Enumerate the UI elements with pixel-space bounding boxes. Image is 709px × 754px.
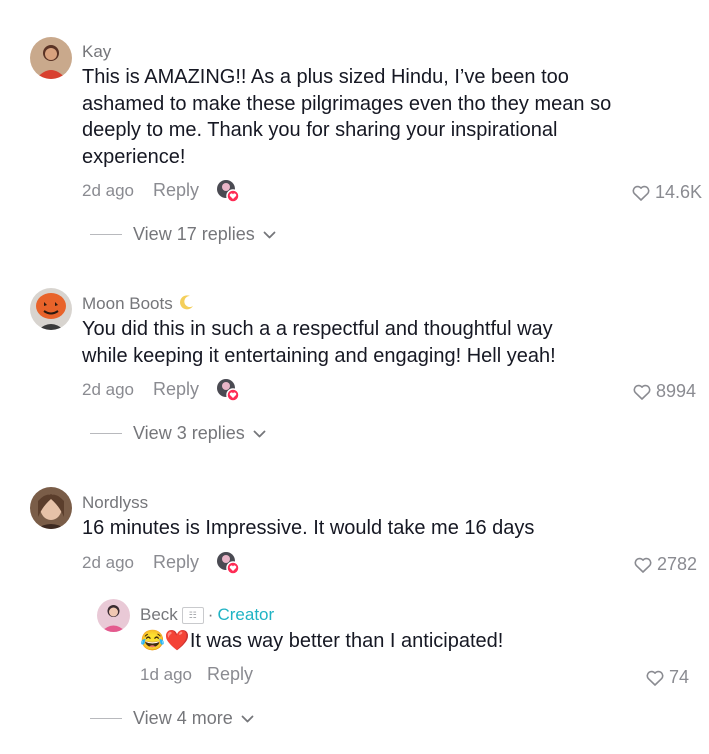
comment-text: 16 minutes is Impressive. It would take …: [82, 517, 535, 539]
heart-outline-icon: [632, 185, 650, 201]
username[interactable]: Moon Boots: [82, 294, 195, 315]
heart-outline-icon: [633, 384, 651, 400]
like-count: 2782: [657, 554, 698, 574]
moon-icon: [179, 294, 195, 315]
view-more-replies-button[interactable]: View 4 more: [90, 708, 254, 729]
heart-outline-icon: [646, 670, 664, 686]
creator-label: Creator: [217, 605, 275, 624]
timestamp: 2d ago: [82, 553, 134, 572]
reply-button[interactable]: Reply: [153, 552, 199, 573]
creator-liked-heart-icon: [216, 551, 240, 575]
timestamp: 2d ago: [82, 380, 134, 399]
view-replies-label: View 3 replies: [133, 423, 245, 443]
like-button[interactable]: 74: [646, 667, 689, 688]
comment-text: This is AMAZING!! As a plus sized Hindu,…: [82, 66, 612, 168]
view-replies-button[interactable]: View 17 replies: [90, 224, 276, 245]
timestamp: 1d ago: [140, 665, 192, 684]
reply-button[interactable]: Reply: [207, 664, 253, 685]
like-button[interactable]: 2782: [634, 554, 697, 575]
like-button[interactable]: 14.6K: [632, 182, 702, 203]
username[interactable]: Kay: [82, 42, 111, 62]
reply-text-body: It was way better than I anticipated!: [189, 630, 504, 652]
avatar[interactable]: [30, 288, 72, 330]
chevron-down-icon: [263, 231, 276, 239]
timestamp: 2d ago: [82, 181, 134, 200]
reply-button[interactable]: Reply: [153, 180, 199, 201]
separator-dot: ·: [207, 605, 214, 624]
username-text: Beck: [140, 605, 178, 624]
view-more-label: View 4 more: [133, 708, 233, 728]
like-count: 74: [669, 667, 690, 687]
divider-line: [90, 718, 122, 719]
avatar[interactable]: [97, 599, 130, 632]
divider-line: [90, 433, 122, 434]
comment-text: You did this in such a a respectful and …: [82, 318, 556, 367]
username[interactable]: Nordlyss: [82, 493, 148, 513]
heart-outline-icon: [634, 557, 652, 573]
view-replies-label: View 17 replies: [133, 224, 255, 244]
chevron-down-icon: [253, 430, 266, 438]
username-text: Moon Boots: [82, 294, 173, 313]
divider-line: [90, 234, 122, 235]
creator-liked-heart-icon: [216, 378, 240, 402]
reply-button[interactable]: Reply: [153, 379, 199, 400]
like-count: 14.6K: [655, 182, 703, 202]
username[interactable]: Beck ☷ · Creator: [140, 605, 274, 625]
chevron-down-icon: [241, 715, 254, 723]
like-count: 8994: [656, 381, 697, 401]
badge-icon: ☷: [181, 607, 204, 625]
like-button[interactable]: 8994: [633, 381, 696, 402]
reply-text: 😂❤️It was way better than I anticipated!: [140, 628, 620, 655]
view-replies-button[interactable]: View 3 replies: [90, 423, 266, 444]
creator-liked-heart-icon: [216, 179, 240, 203]
emoji-laughing-heart-icon: 😂❤️: [140, 630, 190, 652]
avatar[interactable]: [30, 37, 72, 79]
avatar[interactable]: [30, 487, 72, 529]
